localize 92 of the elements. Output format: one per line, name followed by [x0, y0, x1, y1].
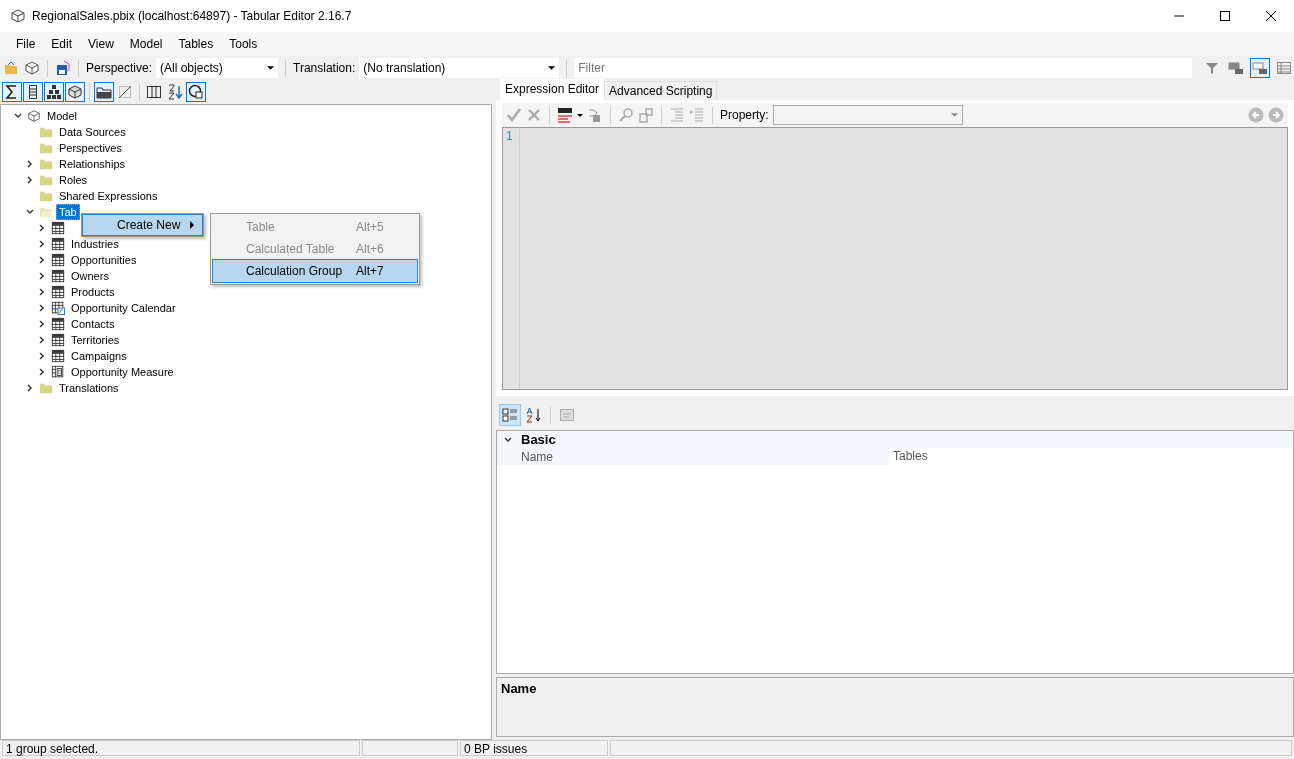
sort-icon: [167, 84, 183, 100]
tab[interactable]: Expression Editor: [500, 79, 605, 100]
hidden-icon: [117, 84, 133, 100]
tree-item[interactable]: Opportunity Calendar: [68, 300, 179, 316]
dropdown-arrow-icon: [950, 113, 958, 117]
tree-item[interactable]: Opportunities: [68, 252, 140, 268]
panel-icon: [1228, 60, 1244, 76]
cube-icon: [27, 109, 41, 123]
menu-item[interactable]: Calculation Group Alt+7: [213, 260, 417, 282]
calculated-table-icon: [51, 301, 65, 315]
tree-item[interactable]: Translations: [56, 380, 122, 396]
categorized-icon: [502, 407, 518, 423]
filter-icon: [1204, 60, 1220, 76]
format-dax-icon[interactable]: [557, 107, 573, 123]
table-icon: [51, 221, 65, 235]
tree-item[interactable]: Territories: [68, 332, 123, 348]
menu-item[interactable]: Tables: [170, 34, 222, 54]
tab[interactable]: Advanced Scripting: [604, 81, 718, 100]
folder-icon: [96, 84, 112, 100]
translation-label: Translation:: [293, 61, 356, 75]
list-icon: [1276, 60, 1292, 76]
menu-item[interactable]: Model: [121, 34, 171, 54]
toggle-button[interactable]: [186, 82, 206, 102]
dropdown-arrow-icon: [548, 66, 556, 70]
tree-item[interactable]: Industries: [68, 236, 122, 252]
tree-item[interactable]: Products: [68, 284, 118, 300]
tree-item[interactable]: Data Sources: [56, 124, 129, 140]
dropdown-arrow-icon: [267, 66, 275, 70]
toggle-button[interactable]: [23, 82, 43, 102]
folder-icon: [39, 125, 53, 139]
table-icon: [51, 237, 65, 251]
alphabetical-sort-icon: [526, 407, 542, 423]
toggle-button[interactable]: [2, 82, 22, 102]
property-name: Name: [520, 449, 554, 464]
cube-icon: [67, 84, 83, 100]
folder-icon: [39, 189, 53, 203]
folder-icon: [39, 381, 53, 395]
table-icon: [51, 253, 65, 267]
hierarchy-icon: [46, 84, 62, 100]
filter-field[interactable]: Filter: [574, 58, 1192, 78]
description-title: Name: [501, 681, 537, 696]
measure-table-icon: [51, 365, 65, 379]
tree-item[interactable]: Campaigns: [68, 348, 130, 364]
cube-icon[interactable]: [24, 60, 40, 76]
table-icon: [51, 349, 65, 363]
property-label: Property:: [720, 108, 769, 122]
tree-item[interactable]: Relationships: [56, 156, 129, 172]
caret-icon[interactable]: [577, 113, 583, 117]
menu-item[interactable]: Create New: [83, 215, 202, 235]
property-pages-icon: [559, 407, 575, 423]
perspective-icon: [188, 84, 204, 100]
menu-item[interactable]: Edit: [43, 34, 81, 54]
perspective-dropdown[interactable]: (All objects): [156, 58, 279, 78]
perspective-label: Perspective:: [86, 61, 153, 75]
folder-icon: [39, 157, 53, 171]
translation-dropdown[interactable]: (No translation): [359, 58, 560, 78]
table-icon: [51, 285, 65, 299]
app-icon: [10, 8, 26, 24]
toggle-button[interactable]: [165, 82, 185, 102]
table-icon: [51, 333, 65, 347]
tree-item[interactable]: Shared Expressions: [56, 188, 161, 204]
window-title: RegionalSales.pbix (localhost:64897) - Tabular Editor 2.16.7: [32, 9, 352, 23]
menu-item[interactable]: View: [80, 34, 122, 54]
folder-icon: [39, 173, 53, 187]
category-header: Basic: [521, 432, 556, 447]
panel-icon: [1252, 60, 1268, 76]
check-icon[interactable]: [506, 107, 522, 123]
toggle-button[interactable]: [499, 404, 521, 426]
open-folder-icon[interactable]: [4, 60, 20, 76]
view-button[interactable]: [1250, 58, 1270, 78]
toggle-button[interactable]: [44, 82, 64, 102]
tree-item[interactable]: Model: [44, 108, 80, 124]
save-icon[interactable]: [55, 60, 71, 76]
table-icon: [51, 317, 65, 331]
folder-icon: [39, 141, 53, 155]
columns-icon: [146, 84, 162, 100]
menu-item[interactable]: Tools: [221, 34, 266, 54]
status-text: 1 group selected.: [2, 740, 360, 756]
status-text: 0 BP issues: [460, 740, 608, 756]
line-number: 1: [505, 129, 514, 143]
toggle-button[interactable]: [65, 82, 85, 102]
property-value[interactable]: Tables: [889, 448, 1293, 465]
tree-item[interactable]: Owners: [68, 268, 112, 284]
menu-item[interactable]: File: [8, 34, 44, 54]
tree-item[interactable]: Contacts: [68, 316, 118, 332]
tree-item[interactable]: Perspectives: [56, 140, 125, 156]
tree-item[interactable]: Opportunity Measure: [68, 364, 177, 380]
folder-icon: [39, 205, 53, 219]
table-icon: [51, 269, 65, 283]
tree-item[interactable]: Roles: [56, 172, 91, 188]
toggle-button[interactable]: [94, 82, 114, 102]
tree-item[interactable]: Tab: [56, 204, 80, 220]
